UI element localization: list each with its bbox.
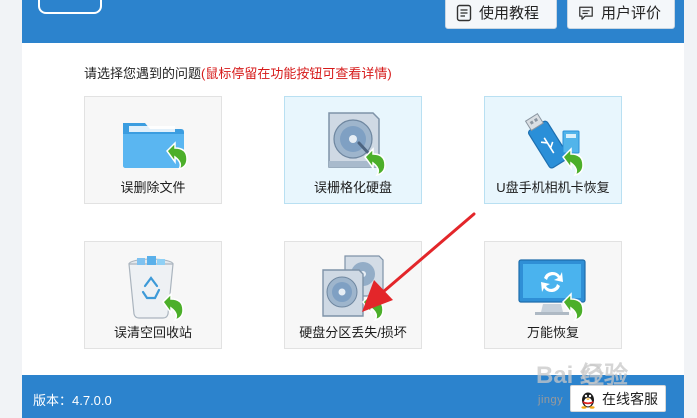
tutorial-button[interactable]: 使用教程	[445, 0, 557, 29]
app-logo-fragment	[38, 0, 102, 14]
outer-margin-right	[684, 0, 697, 418]
tile-label: U盘手机相机卡恢复	[496, 180, 610, 195]
user-review-label: 用户评价	[601, 5, 662, 22]
partition-recover-icon	[322, 255, 384, 322]
recycle-bin-recover-icon	[128, 256, 184, 322]
tile-label: 误删除文件	[120, 180, 186, 195]
header-bar: 使用教程 用户评价	[22, 0, 684, 43]
usb-card-recover-icon	[524, 113, 584, 177]
instruction-text: 请选择您遇到的问题(鼠标停留在功能按钮可查看详情)	[84, 63, 392, 82]
watermark-url: jingy	[538, 394, 564, 406]
chat-bubble-icon	[579, 6, 593, 20]
monitor-refresh-icon	[518, 259, 586, 322]
tile-deleted-files[interactable]: 误删除文件	[84, 96, 222, 204]
tile-label: 硬盘分区丢失/损坏	[299, 325, 407, 340]
tile-universal-recovery[interactable]: 万能恢复	[484, 241, 622, 349]
tile-label: 误清空回收站	[113, 325, 192, 340]
prompt-hint: (鼠标停留在功能按钮可查看详情)	[201, 66, 392, 81]
tile-formatted-disk[interactable]: 误栅格化硬盘	[284, 96, 422, 204]
tile-recycle-bin[interactable]: 误清空回收站	[84, 241, 222, 349]
tile-label: 误栅格化硬盘	[313, 180, 392, 195]
tile-usb-card[interactable]: U盘手机相机卡恢复	[484, 96, 622, 204]
tile-label: 万能恢复	[526, 325, 579, 340]
version-label: 版本：4.7.0.0	[33, 393, 112, 408]
tutorial-label: 使用教程	[479, 5, 540, 22]
document-icon	[456, 4, 472, 21]
disk-recover-icon	[328, 112, 386, 177]
user-review-button[interactable]: 用户评价	[567, 0, 675, 29]
tile-partition-lost[interactable]: 硬盘分区丢失/损坏	[284, 241, 422, 349]
folder-recover-icon	[123, 123, 188, 171]
prompt-text: 请选择您遇到的问题	[84, 66, 202, 81]
watermark-logo-text: Bai 经验	[536, 361, 628, 389]
outer-margin-left	[0, 0, 22, 418]
page: 使用教程 用户评价 请选择您遇到的问题(鼠标停留在功能按钮可查看详情) 误删除文…	[0, 0, 697, 418]
